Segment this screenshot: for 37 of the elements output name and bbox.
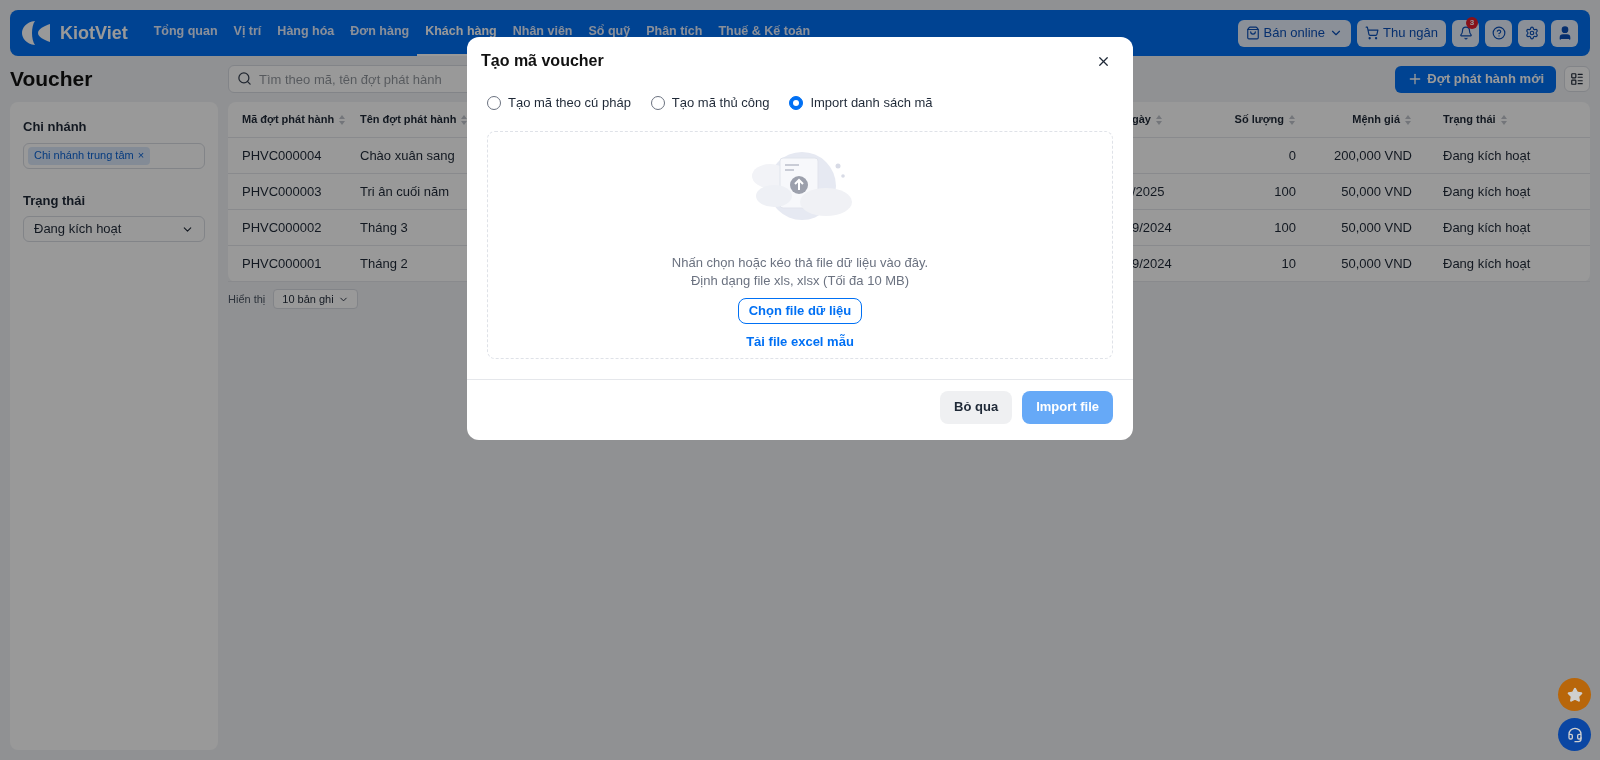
table-cell-text: Đang kích hoạt [1443, 218, 1531, 237]
table-cell-text: 100 [1274, 218, 1296, 237]
column-header: Số lượng [1234, 112, 1284, 128]
table-cell-text: Tri ân cuối năm [360, 182, 450, 201]
table-cell-text: 9/2024 [1132, 254, 1172, 273]
format-hint: Định dạng file xls, xlsx (Tối đa 10 MB) [690, 271, 910, 290]
table-cell-text: 9/2024 [1132, 218, 1172, 237]
filter-label: Chi nhánh [23, 118, 88, 136]
table-cell-text: Đang kích hoạt [1443, 182, 1531, 201]
table-cell-text: PHVC000001 [242, 254, 322, 273]
table-cell-text: 50,000 VND [1341, 218, 1412, 237]
page-size-label: Hiển thị [228, 291, 266, 307]
table-cell-text: PHVC000002 [242, 218, 322, 237]
notification-badge: 3 [1466, 16, 1478, 29]
column-header: Trạng thái [1443, 112, 1496, 128]
drop-hint: Nhấn chọn hoặc kéo thả file dữ liệu vào đây. [671, 253, 929, 272]
table-cell-text: Chào xuân sang [360, 146, 455, 165]
table-cell-text: 10 [1281, 254, 1296, 273]
table-cell-text: 200,000 VND [1333, 146, 1412, 165]
table-cell-text: 50,000 VND [1341, 182, 1412, 201]
column-header: Tên đợt phát hành [360, 112, 457, 128]
table-cell-text: PHVC000003 [242, 182, 322, 201]
filter-label: Trạng thái [23, 191, 87, 210]
table-cell-text: /2025 [1132, 182, 1165, 201]
table-cell-text: 50,000 VND [1341, 254, 1412, 273]
table-cell-text: Đang kích hoạt [1443, 146, 1531, 165]
table-cell-text: 0 [1288, 146, 1296, 165]
column-header: Mệnh giá [1352, 112, 1400, 128]
brand-name: KiotViet [60, 21, 128, 45]
table-cell-text: Tháng 2 [360, 254, 408, 273]
column-header: Mã đợt phát hành [242, 112, 335, 128]
table-cell-text: Tháng 3 [360, 218, 408, 237]
table-cell-text: PHVC000004 [242, 146, 322, 165]
table-cell-text: Đang kích hoạt [1443, 254, 1531, 273]
page-title: Voucher [10, 66, 94, 93]
column-header: gày [1132, 112, 1151, 128]
table-cell-text: 100 [1274, 182, 1296, 201]
